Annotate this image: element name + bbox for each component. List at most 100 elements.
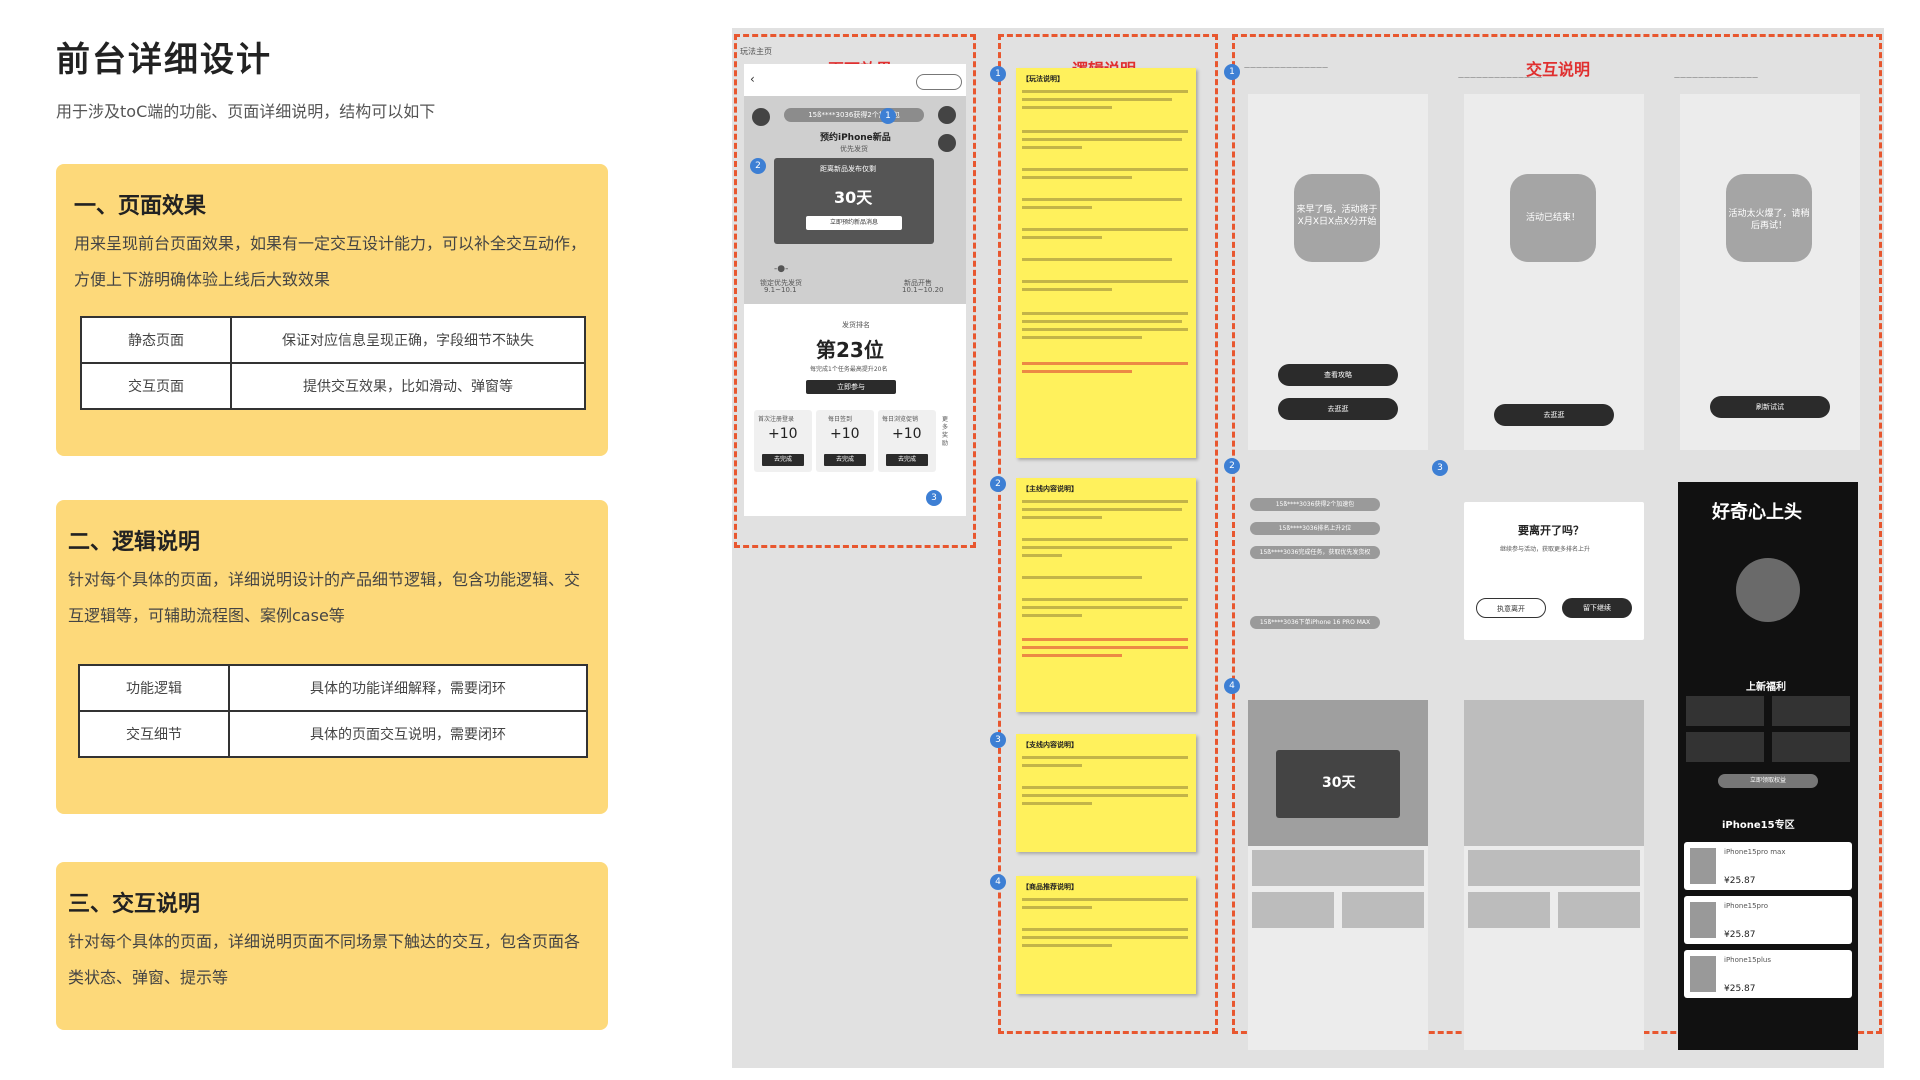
sticky-note-branch: 【支线内容说明】	[1016, 734, 1196, 852]
mini-countdown: 30天	[1322, 775, 1356, 791]
product-name: iPhone15pro	[1724, 902, 1768, 910]
table-cell: 具体的页面交互说明，需要闭环	[228, 710, 588, 758]
promo-page: 好奇心上头 上新福利 立即领取权益 iPhone15专区 iPhone15pro…	[1678, 482, 1858, 1050]
table-cell: 交互细节	[78, 710, 230, 758]
modal-hint: 继续参与活动，获取更多排名上升	[1500, 546, 1591, 553]
product-name: iPhone15plus	[1724, 956, 1772, 964]
product-price: ¥25.87	[1724, 876, 1756, 886]
go-shopping-button[interactable]: 去逛逛	[1278, 398, 1398, 420]
table-cell: 提供交互效果，比如滑动、弹窗等	[230, 362, 586, 410]
phone-mockup: ‹ 15ß****3036获得2个加速包 预约iPhone新品 优先发货 距离新…	[744, 64, 966, 516]
section-title: 二、逻辑说明	[68, 530, 201, 555]
leave-modal: 要离开了吗？ 继续参与活动，获取更多排名上升 执意离开 留下继续	[1464, 502, 1644, 640]
rule-icon[interactable]	[752, 108, 770, 126]
go-shopping-button[interactable]: 去逛逛	[1494, 404, 1614, 426]
state-not-started: 来早了哦，活动将于X月X日X点X分开始 查看攻略 去逛逛	[1248, 94, 1428, 450]
back-chevron-icon[interactable]: ‹	[750, 72, 755, 86]
product-price: ¥25.87	[1724, 930, 1756, 940]
toast: 来早了哦，活动将于X月X日X点X分开始	[1294, 174, 1380, 262]
broadcast-pill: 15ß****3036完成任务，获取优先发货权	[1250, 546, 1380, 559]
more-rewards[interactable]: 更多奖励	[942, 416, 950, 448]
annotation-marker: 3	[990, 732, 1006, 748]
rank-hint: 每完成1个任务最高提升20名	[810, 366, 888, 373]
page-title: 前台详细设计	[56, 40, 272, 80]
table-cell: 保证对应信息呈现正确，字段细节不缺失	[230, 316, 586, 364]
modal-title: 要离开了吗？	[1518, 524, 1584, 537]
banner-pill: 15ß****3036获得2个加速包	[784, 108, 924, 122]
task-card: 每日浏览促销 +10 去完成	[878, 410, 936, 472]
leave-button[interactable]: 执意离开	[1476, 598, 1546, 618]
hero-headline-sub: 优先发货	[840, 145, 868, 153]
join-button[interactable]: 立即参与	[806, 380, 896, 394]
table-row: 功能逻辑 具体的功能详细解释，需要闭环	[78, 664, 588, 712]
product-card[interactable]: iPhone15plus ¥25.87	[1684, 950, 1852, 998]
view-strategy-button[interactable]: 查看攻略	[1278, 364, 1398, 386]
annotation-marker: 3	[1432, 460, 1448, 476]
apple-logo-icon	[1736, 558, 1800, 622]
annotation-marker: 1	[1224, 64, 1240, 80]
task-label: 首次注册登录	[758, 416, 795, 423]
layout-mockup: 30天	[1248, 700, 1428, 1050]
annotation-marker: 3	[926, 490, 942, 506]
section-table: 功能逻辑 具体的功能详细解释，需要闭环 交互细节 具体的页面交互说明，需要闭环	[78, 664, 588, 758]
annotation-marker: 2	[750, 158, 766, 174]
layout-mockup	[1464, 700, 1644, 1050]
capsule-menu-icon[interactable]	[916, 74, 962, 90]
annotation-marker: 4	[990, 874, 1006, 890]
toast: 活动太火爆了，请稍后再试！	[1726, 174, 1812, 262]
section-table: 静态页面 保证对应信息呈现正确，字段细节不缺失 交互页面 提供交互效果，比如滑动…	[80, 316, 586, 410]
timeline-dot-icon: -●-	[774, 264, 789, 274]
annotation-marker: 2	[990, 476, 1006, 492]
task-button[interactable]: 去完成	[762, 454, 804, 466]
section-title: 一、页面效果	[74, 194, 207, 219]
table-cell: 静态页面	[80, 316, 232, 364]
broadcast-pill: 15ß****3036排名上升2位	[1250, 522, 1380, 535]
state-busy: 活动太火爆了，请稍后再试！ 刷新试试	[1680, 94, 1860, 450]
product-name: iPhone15pro max	[1724, 848, 1786, 856]
state-ended: 活动已结束！ 去逛逛	[1464, 94, 1644, 450]
refresh-button[interactable]: 刷新试试	[1710, 396, 1830, 418]
countdown-value: 30天	[834, 188, 873, 207]
product-card[interactable]: iPhone15pro ¥25.87	[1684, 896, 1852, 944]
task-value: +10	[830, 426, 860, 442]
hero-headline: 预约iPhone新品	[820, 133, 891, 143]
product-price: ¥25.87	[1724, 984, 1756, 994]
task-label: 每日浏览促销	[882, 416, 919, 423]
annotation-marker: 1	[880, 108, 896, 124]
sticky-note-products: 【商品推荐说明】	[1016, 876, 1196, 994]
task-card: 每日签到 +10 去完成	[816, 410, 874, 472]
sticky-title: 【商品推荐说明】	[1022, 883, 1078, 891]
benefit-title: 上新福利	[1746, 682, 1786, 693]
countdown-title: 距离新品发布仅剩	[820, 165, 876, 173]
promo-headline: 好奇心上头	[1712, 502, 1802, 523]
sticky-title: 【玩法说明】	[1022, 75, 1064, 83]
task-label: 每日签到	[828, 416, 853, 423]
broadcast-pill: 15ß****3036下单iPhone 16 PRO MAX	[1250, 616, 1380, 629]
table-row: 交互细节 具体的页面交互说明，需要闭环	[78, 710, 588, 758]
annotation-marker: 1	[990, 66, 1006, 82]
sticky-note-rules: 【玩法说明】	[1016, 68, 1196, 458]
annotation-marker: 2	[1224, 458, 1240, 474]
table-row: 交互页面 提供交互效果，比如滑动、弹窗等	[80, 362, 586, 410]
table-cell: 功能逻辑	[78, 664, 230, 712]
record-icon[interactable]	[938, 134, 956, 152]
task-card: 首次注册登录 +10 去完成	[754, 410, 812, 472]
broadcast-pill: 15ß****3036获得2个加速包	[1250, 498, 1380, 511]
section-title: 三、交互说明	[68, 892, 201, 917]
section-desc: 用来呈现前台页面效果，如果有一定交互设计能力，可以补全交互动作，方便上下游明确体…	[74, 234, 587, 289]
countdown-card: 距离新品发布仅剩 30天 立即预约新品消息	[774, 158, 934, 244]
task-value: +10	[768, 426, 798, 442]
table-cell: 具体的功能详细解释，需要闭环	[228, 664, 588, 712]
zone-title: iPhone15专区	[1722, 820, 1795, 831]
sticky-note-main: 【主线内容说明】	[1016, 478, 1196, 712]
timeline-left-date: 9.1~10.1	[764, 286, 797, 294]
share-icon[interactable]	[938, 106, 956, 124]
rank-value: 第23位	[816, 338, 884, 362]
design-board: 玩法主页 页面效果 逻辑说明 交互说明 ‹ 15ß****3036获得2个加速包…	[732, 28, 1884, 1068]
countdown-button[interactable]: 立即预约新品消息	[806, 216, 902, 230]
claim-coupon-button[interactable]: 立即领取权益	[1718, 774, 1818, 788]
task-button[interactable]: 去完成	[886, 454, 928, 466]
task-button[interactable]: 去完成	[824, 454, 866, 466]
product-card[interactable]: iPhone15pro max ¥25.87	[1684, 842, 1852, 890]
stay-button[interactable]: 留下继续	[1562, 598, 1632, 618]
